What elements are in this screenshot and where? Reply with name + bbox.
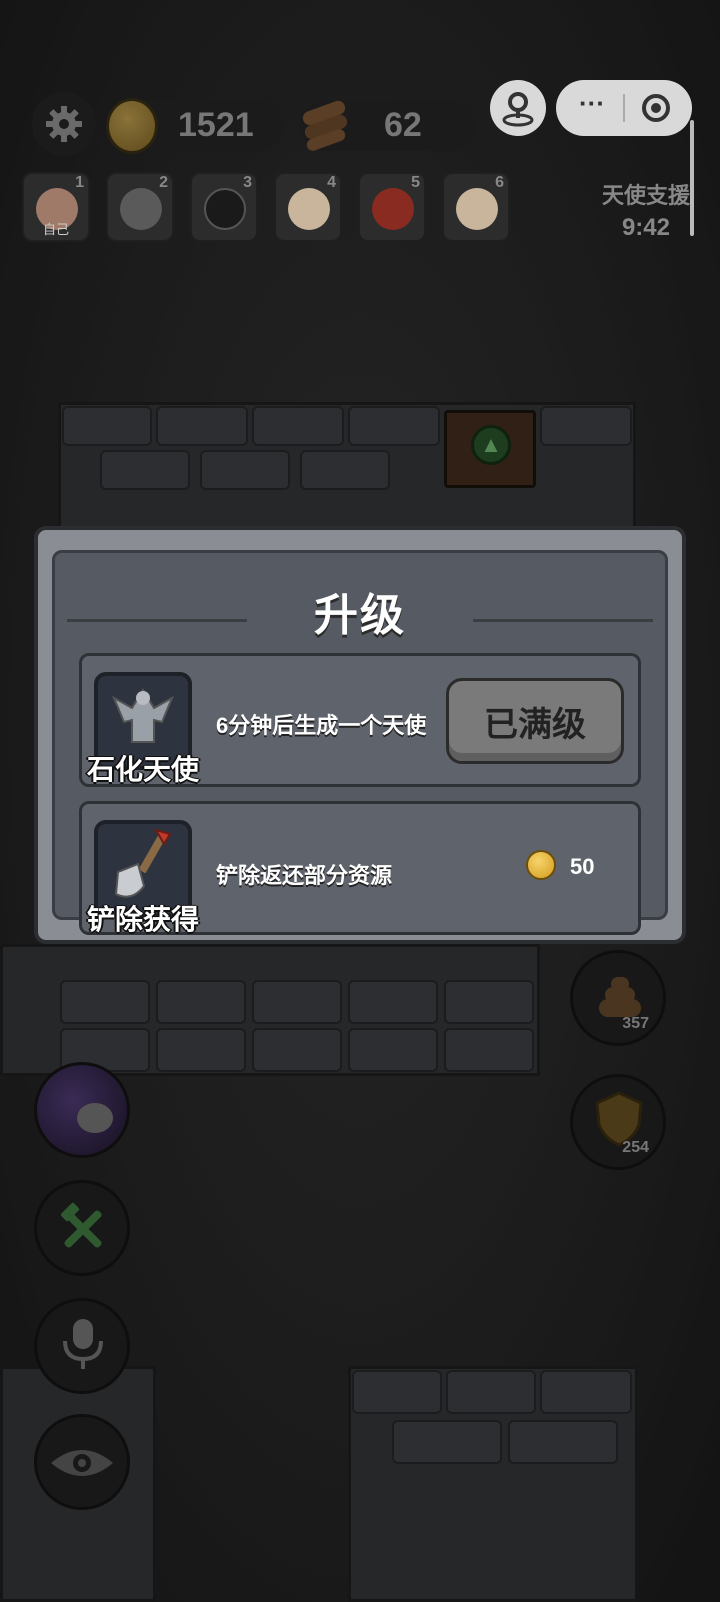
scroll-indicator <box>690 120 694 236</box>
player-number: 1 <box>75 174 84 191</box>
shield-button[interactable]: 254 <box>570 1074 666 1170</box>
gear-icon <box>46 106 82 142</box>
voice-button[interactable] <box>34 1298 130 1394</box>
build-button[interactable] <box>34 1180 130 1276</box>
player-slot-4[interactable]: 4 <box>274 172 342 242</box>
eye-icon <box>51 1450 113 1476</box>
hammer-wrench-icon <box>60 1202 102 1248</box>
masked-avatar-icon <box>204 188 246 230</box>
player-slot-5[interactable]: 5 <box>358 172 426 242</box>
player-number: 5 <box>411 174 420 191</box>
upgrade-row-angel: 石化天使 6分钟后生成一个天使 已满级 <box>79 653 641 787</box>
mini-program-capsule: ··· <box>556 80 692 136</box>
coin-icon <box>106 98 158 154</box>
angel-item-label: 石化天使 <box>86 754 199 785</box>
upgrade-row-shovel: 铲除获得 铲除返还部分资源 50 <box>79 801 641 935</box>
max-level-button[interactable]: 已满级 <box>446 678 624 764</box>
record-icon[interactable] <box>642 94 670 122</box>
player-number: 3 <box>243 174 252 191</box>
sheep-avatar-icon <box>456 188 498 230</box>
poop-icon <box>595 975 645 1019</box>
shovel-item-label: 铲除获得 <box>86 904 199 935</box>
player-slot-2[interactable]: 2 <box>106 172 174 242</box>
coin-count: 1521 <box>178 106 254 144</box>
view-button[interactable] <box>34 1414 130 1510</box>
microphone-icon <box>63 1319 103 1369</box>
player-self-tag: 自己 <box>42 222 69 237</box>
location-icon <box>502 92 534 127</box>
player-slot-3[interactable]: 3 <box>190 172 258 242</box>
shovel-refund-amount: 50 <box>570 854 595 879</box>
sheep-avatar-icon <box>120 188 162 230</box>
modal-title: 升级 <box>314 591 406 640</box>
poop-button[interactable]: 357 <box>570 950 666 1046</box>
poop-count: 357 <box>622 1015 649 1032</box>
wood-icon <box>298 98 352 153</box>
sheep-avatar-icon <box>288 188 330 230</box>
angel-support-timer: 9:42 <box>621 214 670 241</box>
hero-portrait-button[interactable] <box>34 1062 130 1158</box>
shield-count: 254 <box>622 1139 649 1156</box>
max-level-label: 已满级 <box>484 705 586 744</box>
player-number: 2 <box>159 174 168 191</box>
location-button[interactable] <box>490 80 546 136</box>
shovel-description: 铲除返还部分资源 <box>216 863 393 888</box>
red-hood-avatar-icon <box>372 188 414 230</box>
player-slot-6[interactable]: 6 <box>442 172 510 242</box>
settings-button[interactable] <box>32 92 96 156</box>
wood-count: 62 <box>384 106 422 144</box>
player-number: 4 <box>327 174 336 191</box>
player-number: 6 <box>495 174 504 191</box>
coin-icon <box>526 850 556 880</box>
upgrade-modal: 升级 石化天使 6分钟后生成一个天使 已满级 铲除获得 铲除返还部分资源 50 <box>34 526 686 944</box>
capsule-divider <box>623 94 625 122</box>
menu-dots-icon[interactable]: ··· <box>572 90 612 120</box>
sheep-avatar-icon <box>77 1103 113 1133</box>
angel-support-label: 天使支援 <box>601 183 690 208</box>
angel-description: 6分钟后生成一个天使 <box>216 713 427 738</box>
player-slot-1[interactable]: 1 自己 <box>22 172 90 242</box>
modal-panel: 升级 石化天使 6分钟后生成一个天使 已满级 铲除获得 铲除返还部分资源 50 <box>52 550 668 935</box>
